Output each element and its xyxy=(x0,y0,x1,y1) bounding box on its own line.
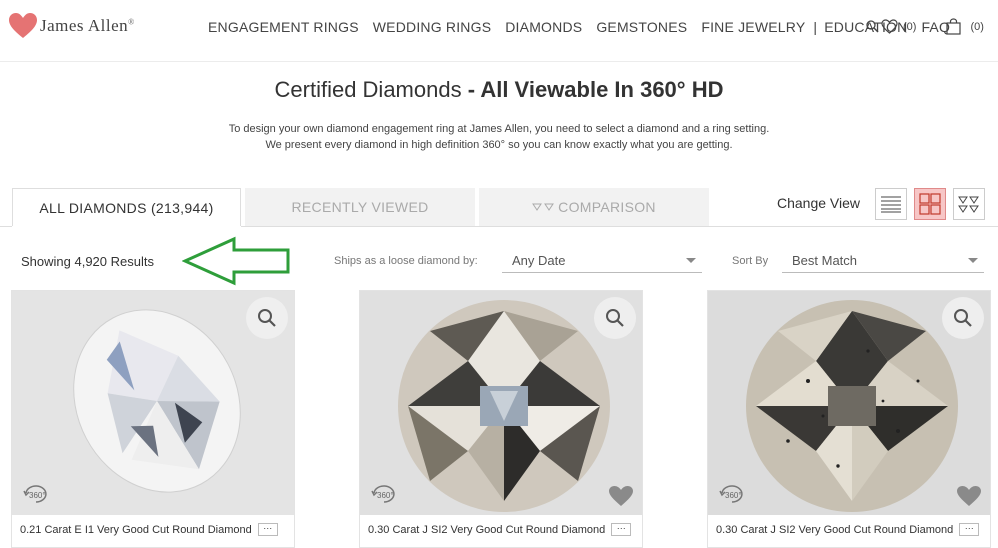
tab-all-diamonds[interactable]: ALL DIAMONDS (213,944) xyxy=(12,188,241,226)
search-icon xyxy=(258,309,276,327)
heart-icon[interactable] xyxy=(956,485,982,507)
grid-view-button[interactable] xyxy=(914,188,946,220)
heart-logo-icon xyxy=(9,13,37,38)
tab-comparison[interactable]: COMPARISON xyxy=(479,188,709,226)
diamond-title[interactable]: 0.21 Carat E I1 Very Good Cut Round Diam… xyxy=(20,523,278,536)
ships-by-label: Ships as a loose diamond by: xyxy=(334,255,478,267)
search-icon xyxy=(954,309,972,327)
diamond-card[interactable]: 360° 0.30 Carat J SI2 Very Good Cut Roun… xyxy=(359,290,643,548)
nav-divider: | xyxy=(813,19,818,35)
header-icons: (0) (0) xyxy=(866,18,984,35)
heart-icon[interactable] xyxy=(608,485,634,507)
logo[interactable]: James Allen® xyxy=(8,12,135,40)
360-view-icon[interactable]: 360° xyxy=(718,483,746,505)
brand-name: James Allen® xyxy=(40,16,135,35)
wishlist-count: (0) xyxy=(903,20,917,33)
search-icon xyxy=(606,309,624,327)
site-header: James Allen® ENGAGEMENT RINGS WEDDING RI… xyxy=(0,0,998,62)
results-count: Showing 4,920 Results xyxy=(21,254,154,269)
sort-by-label: Sort By xyxy=(732,255,769,267)
360-view-icon[interactable]: 360° xyxy=(370,483,398,505)
diamond-card[interactable]: 360° 0.21 Carat E I1 Very Good Cut Round… xyxy=(11,290,295,548)
diamond-title[interactable]: 0.30 Carat J SI2 Very Good Cut Round Dia… xyxy=(368,523,632,536)
tab-divider xyxy=(241,226,998,227)
zoom-button[interactable] xyxy=(246,297,288,339)
more-options-button[interactable]: ··· xyxy=(959,523,980,536)
zoom-button[interactable] xyxy=(594,297,636,339)
svg-text:360°: 360° xyxy=(725,491,742,500)
heart-icon[interactable] xyxy=(881,19,898,34)
grid-icon xyxy=(919,193,941,215)
zoom-button[interactable] xyxy=(942,297,984,339)
diamond-image[interactable]: 360° xyxy=(12,291,294,515)
list-view-button[interactable] xyxy=(875,188,907,220)
diamond-image[interactable]: 360° xyxy=(708,291,990,515)
shopping-bag-icon[interactable] xyxy=(946,18,962,35)
left-arrow-annotation-icon xyxy=(182,236,290,286)
nav-fine-jewelry[interactable]: FINE JEWELRY xyxy=(701,19,805,35)
chevron-down-icon xyxy=(686,258,696,263)
cart-count: (0) xyxy=(970,20,984,33)
360-view-icon[interactable]: 360° xyxy=(22,483,50,505)
tab-recently-viewed[interactable]: RECENTLY VIEWED xyxy=(245,188,475,226)
main-nav: ENGAGEMENT RINGS WEDDING RINGS DIAMONDS … xyxy=(208,19,954,35)
diamond-image[interactable]: 360° xyxy=(360,291,642,515)
diamond-card[interactable]: 360° 0.30 Carat J SI2 Very Good Cut Roun… xyxy=(707,290,991,548)
nav-engagement-rings[interactable]: ENGAGEMENT RINGS xyxy=(208,19,359,35)
gallery-view-button[interactable] xyxy=(953,188,985,220)
svg-text:360°: 360° xyxy=(29,491,46,500)
intro-text: To design your own diamond engagement ri… xyxy=(228,123,770,151)
list-icon xyxy=(881,196,901,213)
diamond-title[interactable]: 0.30 Carat J SI2 Very Good Cut Round Dia… xyxy=(716,523,980,536)
chevron-down-icon xyxy=(968,258,978,263)
nav-diamonds[interactable]: DIAMONDS xyxy=(505,19,582,35)
search-icon[interactable] xyxy=(866,20,879,33)
change-view-label: Change View xyxy=(777,195,861,211)
more-options-button[interactable]: ··· xyxy=(611,523,632,536)
nav-wedding-rings[interactable]: WEDDING RINGS xyxy=(373,19,492,35)
diamond-grid-icon xyxy=(958,196,979,213)
page-title: Certified Diamonds - All Viewable In 360… xyxy=(274,77,724,102)
ships-date-select[interactable]: Any Date xyxy=(502,249,702,273)
sort-select[interactable]: Best Match xyxy=(782,249,984,273)
more-options-button[interactable]: ··· xyxy=(257,523,278,536)
nav-gemstones[interactable]: GEMSTONES xyxy=(596,19,687,35)
svg-text:360°: 360° xyxy=(377,491,394,500)
tab-divider xyxy=(0,226,12,227)
compare-icon xyxy=(532,203,555,211)
